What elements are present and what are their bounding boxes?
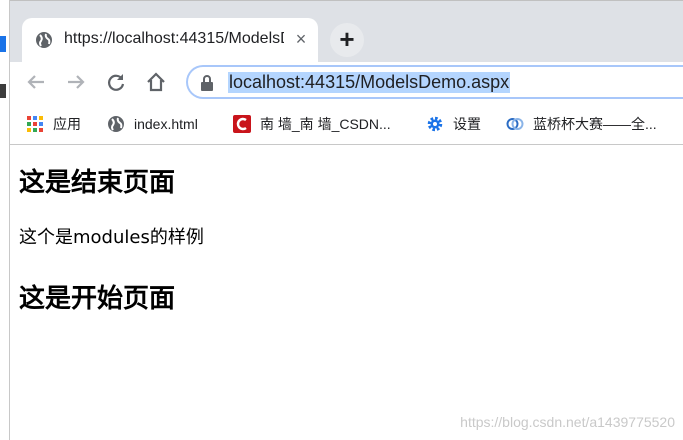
watermark: https://blog.csdn.net/a1439775520 xyxy=(460,414,675,430)
heading-end-page: 这是结束页面 xyxy=(19,168,176,198)
page-content: 这是结束页面 这个是modules的样例 这是开始页面 https://blog… xyxy=(10,145,683,440)
bookmark-apps[interactable]: 应用 xyxy=(26,112,81,136)
address-bar[interactable]: localhost:44315/ModelsDemo.aspx xyxy=(186,65,683,99)
heading-start-page: 这是开始页面 xyxy=(19,284,176,314)
bookmark-index-html[interactable]: index.html xyxy=(107,112,198,136)
tab-title: https://localhost:44315/ModelsD xyxy=(64,30,284,47)
toolbar: localhost:44315/ModelsDemo.aspx xyxy=(10,62,683,104)
home-icon[interactable] xyxy=(142,68,170,96)
bookmarks-bar: 应用 index.html 南 墙_南 墙_CSDN... 设置 蓝桥杯大赛——… xyxy=(10,104,683,145)
back-icon[interactable] xyxy=(22,68,50,96)
gear-icon xyxy=(426,115,444,133)
globe-icon xyxy=(107,115,125,133)
background-window-marker xyxy=(0,84,6,98)
background-window-edge xyxy=(0,0,10,440)
forward-icon[interactable] xyxy=(62,68,90,96)
bookmark-label: 蓝桥杯大赛——全... xyxy=(533,116,657,132)
tab-strip: https://localhost:44315/ModelsD × + xyxy=(10,0,683,63)
apps-grid-icon xyxy=(26,115,44,133)
bookmark-csdn[interactable]: 南 墙_南 墙_CSDN... xyxy=(233,112,391,136)
browser-tab[interactable]: https://localhost:44315/ModelsD × xyxy=(22,18,318,63)
browser-window: https://localhost:44315/ModelsD × + loca… xyxy=(10,0,683,440)
close-icon[interactable]: × xyxy=(290,28,312,50)
bookmark-label: index.html xyxy=(134,116,198,132)
bookmark-settings[interactable]: 设置 xyxy=(426,112,481,136)
csdn-icon xyxy=(233,115,251,133)
bookmark-lanqiao[interactable]: 蓝桥杯大赛——全... xyxy=(506,112,657,136)
bookmark-label: 南 墙_南 墙_CSDN... xyxy=(260,116,391,132)
bookmark-label: 设置 xyxy=(453,116,481,132)
background-window-accent xyxy=(0,36,6,52)
new-tab-button[interactable]: + xyxy=(330,23,364,57)
modules-paragraph: 这个是modules的样例 xyxy=(19,227,204,248)
bookmark-label: 应用 xyxy=(53,116,81,132)
globe-icon xyxy=(34,30,54,50)
lock-icon[interactable] xyxy=(200,75,214,91)
reload-icon[interactable] xyxy=(102,68,130,96)
lanqiao-icon xyxy=(506,115,524,133)
url-text[interactable]: localhost:44315/ModelsDemo.aspx xyxy=(228,72,511,93)
